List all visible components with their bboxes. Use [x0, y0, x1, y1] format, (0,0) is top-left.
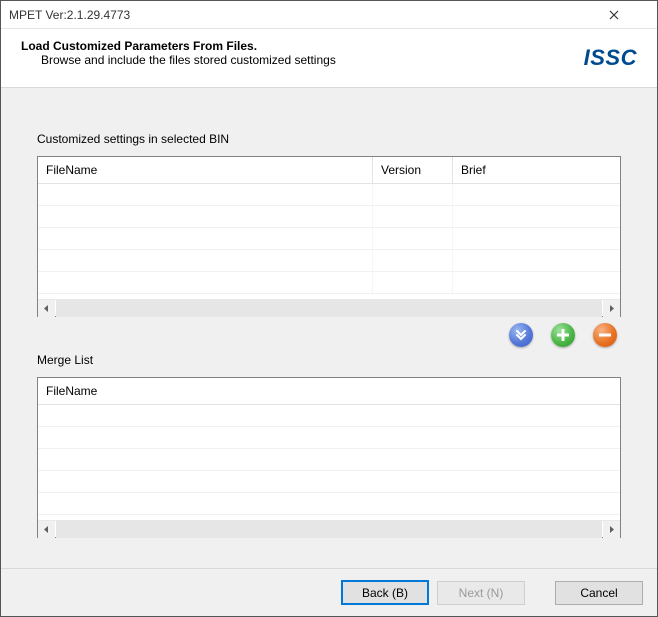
grid-body — [38, 184, 620, 299]
grid-body — [38, 405, 620, 520]
minus-icon — [599, 329, 611, 341]
wizard-footer: Back (B) Next (N) Cancel — [1, 568, 657, 616]
scroll-right-icon[interactable] — [603, 521, 620, 538]
bottom-section-label: Merge List — [37, 353, 621, 367]
dialog-window: MPET Ver:2.1.29.4773 Load Customized Par… — [0, 0, 658, 617]
h-scrollbar[interactable] — [38, 299, 620, 316]
header-text: Load Customized Parameters From Files. B… — [21, 39, 584, 67]
back-button[interactable]: Back (B) — [341, 580, 429, 605]
grid-header: FileName Version Brief — [38, 157, 620, 184]
merge-list-grid[interactable]: FileName — [37, 377, 621, 538]
header-title: Load Customized Parameters From Files. — [21, 39, 584, 53]
scroll-track[interactable] — [56, 300, 602, 317]
remove-button[interactable] — [593, 323, 617, 347]
table-row[interactable] — [38, 206, 620, 228]
cancel-button[interactable]: Cancel — [555, 581, 643, 605]
table-row[interactable] — [38, 250, 620, 272]
close-icon — [609, 10, 619, 20]
h-scrollbar[interactable] — [38, 520, 620, 537]
titlebar: MPET Ver:2.1.29.4773 — [1, 1, 657, 29]
action-buttons-row — [37, 317, 621, 351]
table-row[interactable] — [38, 272, 620, 294]
logo: ISSC — [584, 45, 637, 71]
table-row[interactable] — [38, 405, 620, 427]
grid-header: FileName — [38, 378, 620, 405]
close-button[interactable] — [609, 10, 649, 20]
table-row[interactable] — [38, 471, 620, 493]
table-row[interactable] — [38, 449, 620, 471]
next-button: Next (N) — [437, 581, 525, 605]
col-version[interactable]: Version — [373, 157, 453, 183]
move-down-button[interactable] — [509, 323, 533, 347]
col-filename[interactable]: FileName — [38, 378, 620, 404]
table-row[interactable] — [38, 184, 620, 206]
col-filename[interactable]: FileName — [38, 157, 373, 183]
table-row[interactable] — [38, 493, 620, 515]
window-title: MPET Ver:2.1.29.4773 — [9, 8, 609, 22]
header: Load Customized Parameters From Files. B… — [1, 29, 657, 88]
header-subtitle: Browse and include the files stored cust… — [41, 53, 584, 67]
customized-settings-grid[interactable]: FileName Version Brief — [37, 156, 621, 317]
table-row[interactable] — [38, 228, 620, 250]
top-section-label: Customized settings in selected BIN — [37, 132, 621, 146]
scroll-right-icon[interactable] — [603, 300, 620, 317]
double-chevron-down-icon — [515, 329, 527, 341]
add-button[interactable] — [551, 323, 575, 347]
plus-icon — [557, 329, 569, 341]
scroll-left-icon[interactable] — [38, 521, 55, 538]
content-area: Customized settings in selected BIN File… — [1, 88, 657, 572]
scroll-track[interactable] — [56, 521, 602, 538]
col-brief[interactable]: Brief — [453, 157, 620, 183]
table-row[interactable] — [38, 427, 620, 449]
scroll-left-icon[interactable] — [38, 300, 55, 317]
